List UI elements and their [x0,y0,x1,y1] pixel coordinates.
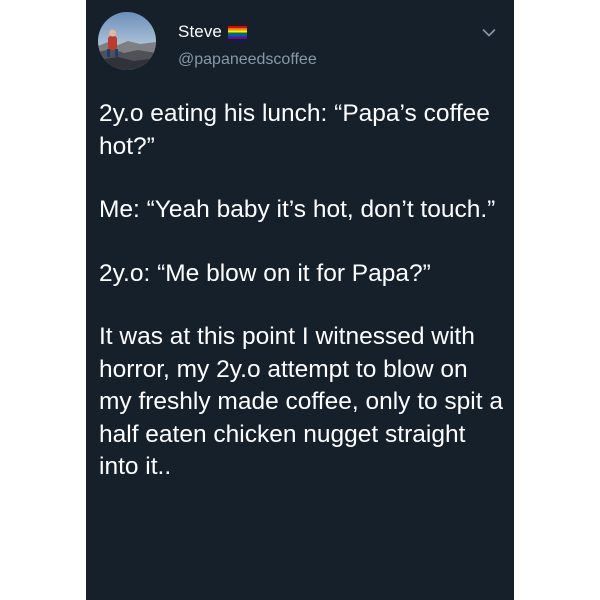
author-display-name[interactable]: Steve [178,22,222,42]
tweet-paragraph: 2y.o: “Me blow on it for Papa?” [99,259,431,287]
author-handle[interactable]: @papaneedscoffee [178,51,317,69]
tweet-card: Steve @papaneedscoffee 2y.o eating his l… [86,0,514,600]
chevron-down-icon[interactable] [482,28,496,38]
avatar[interactable] [98,12,156,70]
tweet-paragraph: It was at this point I witnessed with ho… [99,323,503,480]
tweet-paragraph: Me: “Yeah baby it’s hot, don’t touch.” [99,196,496,223]
rainbow-flag-icon [227,26,247,39]
avatar-image [98,12,156,70]
tweet-text: 2y.o eating his lunch: “Papa’s coffee ho… [99,98,507,515]
author-name-row: Steve [178,22,247,42]
tweet-paragraph: 2y.o eating his lunch: “Papa’s coffee ho… [99,100,490,160]
page: Steve @papaneedscoffee 2y.o eating his l… [0,0,600,600]
